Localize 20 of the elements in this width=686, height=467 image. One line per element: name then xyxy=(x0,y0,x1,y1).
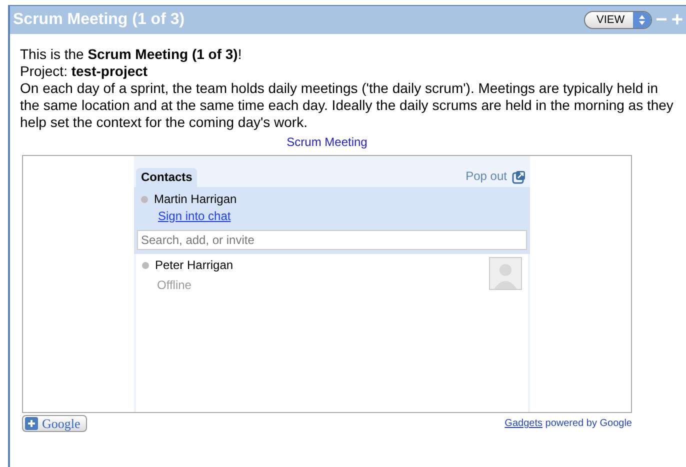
plus-icon xyxy=(25,417,38,430)
contact-status: Offline xyxy=(157,277,192,294)
view-button[interactable]: VIEW xyxy=(584,11,652,29)
stepper-icon xyxy=(632,12,651,28)
intro-text: Project: test-project xyxy=(20,63,149,80)
avatar-icon xyxy=(489,257,522,290)
contact-name[interactable]: Peter Harrigan xyxy=(155,257,234,274)
add-to-google-button[interactable]: Google xyxy=(22,415,88,432)
gadget-title: Scrum Meeting xyxy=(286,135,368,149)
sign-in-link[interactable]: Sign into chat xyxy=(158,208,231,225)
user-name: Martin Harrigan xyxy=(154,191,237,208)
powered-by-text: Gadgets powered by Google xyxy=(504,417,632,431)
search-field[interactable]: Search, add, or invite xyxy=(137,230,527,250)
window-title: Scrum Meeting (1 of 3) xyxy=(13,10,186,30)
pop-out-link[interactable]: Pop out xyxy=(466,168,526,185)
intro-text: On each day of a sprint, the team holds daily meetings ('the daily scrum'). Meetings are typically held in the same location and at the same time each day. Ideally the daily scrums are held in the morning as they help set the context for the coming day's work. xyxy=(20,80,674,131)
intro-text: This is the Scrum Meeting (1 of 3)! xyxy=(20,46,243,63)
gadgets-link[interactable]: Gadgets xyxy=(504,418,542,429)
pop-out-icon xyxy=(512,170,526,184)
contacts-tab[interactable]: Contacts xyxy=(136,168,198,187)
